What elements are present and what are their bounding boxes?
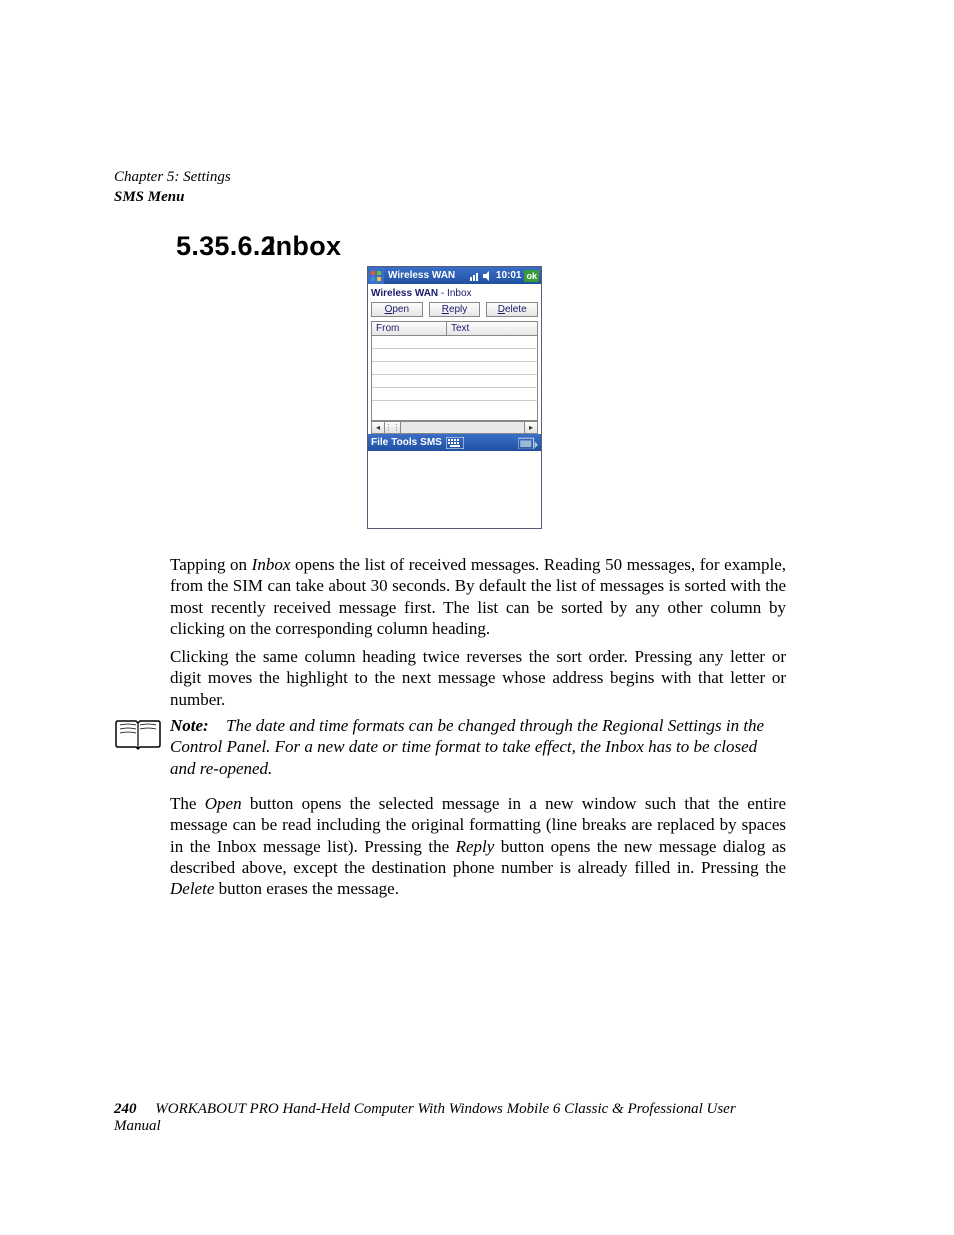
column-header-from[interactable]: From <box>372 322 447 336</box>
open-button[interactable]: Open <box>371 302 423 317</box>
page-number: 240 <box>114 1101 137 1117</box>
start-icon[interactable] <box>368 267 384 284</box>
chapter-label: Chapter 5: Settings <box>114 168 231 188</box>
menu-tools[interactable]: Tools <box>391 437 417 448</box>
section-title: Inbox <box>268 231 342 261</box>
scroll-right-button[interactable]: ▸ <box>524 422 537 433</box>
screenshot-wireless-wan-inbox: Wireless WAN 10:01 ok Wireless WAN - Inb… <box>367 266 542 529</box>
note-text: Note:The date and time formats can be ch… <box>164 715 786 779</box>
clock-time: 10:01 <box>496 270 522 281</box>
page-header: Chapter 5: Settings SMS Menu <box>114 168 231 207</box>
note-block: Note:The date and time formats can be ch… <box>114 715 786 779</box>
paragraph-1: Tapping on Inbox opens the list of recei… <box>170 554 786 639</box>
reply-button[interactable]: Reply <box>429 302 481 317</box>
paragraph-3: The Open button opens the selected messa… <box>170 793 786 899</box>
table-row[interactable] <box>372 349 538 362</box>
button-row: Open Reply Delete <box>368 302 541 321</box>
sip-icon[interactable] <box>518 436 538 449</box>
menu-file[interactable]: File <box>371 437 388 448</box>
horizontal-scrollbar[interactable]: ◂ ⋮⋮ ▸ <box>371 421 538 434</box>
keyboard-icon[interactable] <box>445 436 465 449</box>
paragraph-2: Clicking the same column heading twice r… <box>170 646 786 710</box>
table-row[interactable] <box>372 375 538 388</box>
table-row[interactable] <box>372 362 538 375</box>
scroll-left-button[interactable]: ◂ <box>372 422 385 433</box>
section-label: SMS Menu <box>114 188 231 208</box>
titlebar-title: Wireless WAN <box>384 270 470 281</box>
message-table: From Text <box>371 321 538 421</box>
section-heading: 5.35.6.2 Inbox <box>176 231 341 262</box>
delete-button[interactable]: Delete <box>486 302 538 317</box>
status-icons: 10:01 ok <box>470 270 541 282</box>
table-row[interactable] <box>372 336 538 349</box>
table-header-row: From Text <box>372 322 538 336</box>
table-body-empty <box>372 401 538 421</box>
section-number: 5.35.6.2 <box>176 231 260 262</box>
book-icon <box>114 715 164 756</box>
table-row[interactable] <box>372 388 538 401</box>
column-header-text[interactable]: Text <box>447 322 538 336</box>
signal-icon <box>470 271 480 281</box>
ok-button[interactable]: ok <box>524 270 539 282</box>
bottom-menu-bar: File Tools SMS <box>368 434 541 451</box>
scroll-thumb[interactable]: ⋮⋮ <box>385 422 401 433</box>
page-footer: 240 WORKABOUT PRO Hand-Held Computer Wit… <box>114 1101 786 1135</box>
speaker-icon <box>483 271 493 281</box>
footer-title: WORKABOUT PRO Hand-Held Computer With Wi… <box>114 1101 736 1134</box>
menu-sms[interactable]: SMS <box>420 437 442 448</box>
note-label: Note: <box>170 715 226 736</box>
window-subtitle: Wireless WAN - Inbox <box>368 284 541 302</box>
titlebar: Wireless WAN 10:01 ok <box>368 267 541 284</box>
